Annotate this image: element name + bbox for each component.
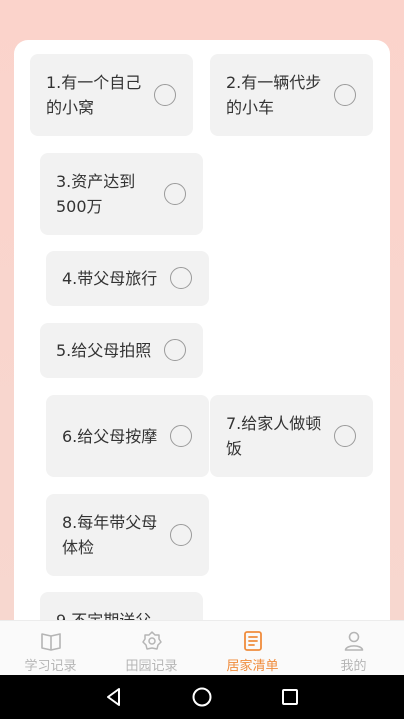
radio-button[interactable] (170, 267, 192, 289)
system-navigation-bar (0, 675, 404, 719)
tab-home-checklist[interactable]: 居家清单 (202, 621, 303, 675)
checklist-item-7[interactable]: 7.给家人做顿饭 (210, 395, 373, 477)
home-icon[interactable] (190, 685, 214, 709)
recent-apps-icon[interactable] (278, 685, 302, 709)
tab-label: 居家清单 (226, 659, 279, 674)
radio-button[interactable] (154, 84, 176, 106)
checklist-item-2[interactable]: 2.有一辆代步的小车 (210, 54, 373, 136)
flower-icon (141, 631, 162, 650)
tab-label: 我的 (340, 659, 367, 674)
checklist-item-label: 5.给父母拍照 (56, 341, 152, 360)
checklist-item-1[interactable]: 1.有一个自己的小窝 (30, 54, 193, 136)
radio-button[interactable] (164, 339, 186, 361)
tab-label: 学习记录 (24, 659, 77, 674)
person-icon (344, 631, 363, 651)
checklist-item-5[interactable]: 5.给父母拍照 (40, 323, 203, 378)
radio-button[interactable] (170, 524, 192, 546)
tab-label: 田园记录 (125, 659, 178, 674)
checklist-item-label: 6.给父母按摩 (62, 427, 158, 446)
tab-profile[interactable]: 我的 (303, 621, 404, 675)
checklist-item-label: 2.有一辆代步的小车 (226, 73, 322, 117)
checklist-item-8[interactable]: 8.每年带父母体检 (46, 494, 209, 576)
radio-button[interactable] (170, 425, 192, 447)
checklist-item-label: 3.资产达到500万 (56, 172, 136, 216)
checklist-item-6[interactable]: 6.给父母按摩 (46, 395, 209, 477)
tab-garden-records[interactable]: 田园记录 (101, 621, 202, 675)
list-icon (243, 631, 262, 651)
tab-study-records[interactable]: 学习记录 (0, 621, 101, 675)
checklist-item-label: 8.每年带父母体检 (62, 513, 158, 557)
checklist-item-label: 4.带父母旅行 (62, 269, 158, 288)
checklist-item-label: 1.有一个自己的小窝 (46, 73, 142, 117)
bottom-tab-bar: 学习记录 田园记录 居家清单 我的 (0, 620, 404, 675)
radio-button[interactable] (164, 183, 186, 205)
back-icon[interactable] (102, 685, 126, 709)
checklist-item-3[interactable]: 3.资产达到500万 (40, 153, 203, 235)
book-icon (40, 633, 61, 651)
checklist-item-label: 7.给家人做顿饭 (226, 414, 322, 458)
radio-button[interactable] (334, 425, 356, 447)
radio-button[interactable] (334, 84, 356, 106)
checklist-item-4[interactable]: 4.带父母旅行 (46, 251, 209, 306)
checklist-card: 1.有一个自己的小窝 2.有一辆代步的小车 3.资产达到500万 4.带父母旅行… (14, 40, 390, 640)
